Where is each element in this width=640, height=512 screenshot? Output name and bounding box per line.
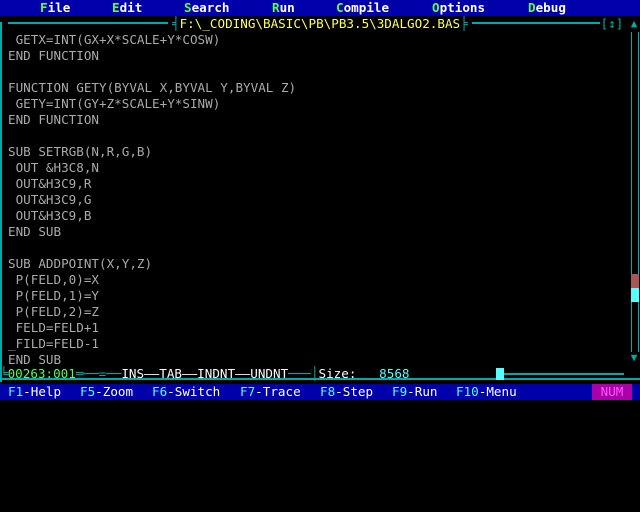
- menu-edit[interactable]: Edit: [112, 0, 142, 16]
- menu-file-label: ile: [47, 0, 71, 15]
- menu-run[interactable]: Run: [272, 0, 295, 16]
- code-line: SUB ADDPOINT(X,Y,Z): [8, 256, 153, 271]
- maximize-icon[interactable]: [↕]: [600, 16, 624, 32]
- fkey-help[interactable]: F1-Help: [8, 384, 61, 400]
- code-line: GETY=INT(GY+Z*SCALE+Y*SINW): [8, 96, 221, 111]
- fkey-step-key: F8: [320, 384, 336, 399]
- scroll-thumb[interactable]: [631, 288, 639, 302]
- code-editor[interactable]: GETX=INT(GX+X*SCALE+Y*COSW) END FUNCTION…: [8, 32, 624, 368]
- fkey-zoom-key: F5: [80, 384, 96, 399]
- editor-window: ╡F:\_CODING\BASIC\PB\PB3.5\3DALGO2.BAS╞ …: [0, 16, 640, 384]
- menu-search[interactable]: Search: [184, 0, 230, 16]
- scroll-thumb-shadow: [631, 274, 639, 288]
- code-line: OUT&H3C9,B: [8, 208, 92, 223]
- fkey-trace[interactable]: F7-Trace: [240, 384, 301, 400]
- num-lock-indicator: NUM: [592, 384, 632, 400]
- fkey-run-label: -Run: [407, 384, 438, 399]
- size-value: 8568: [379, 366, 410, 381]
- menu-options-label: ptions: [439, 0, 486, 15]
- code-line: END FUNCTION: [8, 112, 99, 127]
- menu-run-label: un: [279, 0, 295, 15]
- size-label: Size:: [318, 366, 357, 381]
- fkey-switch-key: F6: [152, 384, 168, 399]
- menu-options-hotkey: O: [432, 0, 440, 15]
- code-line: P(FELD,0)=X: [8, 272, 99, 287]
- code-line: P(FELD,1)=Y: [8, 288, 99, 303]
- code-line: END SUB: [8, 224, 62, 239]
- menu-file[interactable]: File: [40, 0, 70, 16]
- window-title: ╡F:\_CODING\BASIC\PB\PB3.5\3DALGO2.BAS╞: [168, 16, 472, 32]
- code-line: OUT&H3C9,R: [8, 176, 92, 191]
- code-line: FUNCTION GETY(BYVAL X,BYVAL Y,BYVAL Z): [8, 80, 297, 95]
- code-line: P(FELD,2)=Z: [8, 304, 99, 319]
- fkey-run[interactable]: F9-Run: [392, 384, 438, 400]
- code-line: END FUNCTION: [8, 48, 99, 63]
- menu-debug-label: ebug: [535, 0, 566, 15]
- code-line: FELD=FELD+1: [8, 320, 99, 335]
- code-line: _FILD=FELD-1: [8, 336, 99, 351]
- menu-compile[interactable]: Compile: [336, 0, 389, 16]
- fkey-trace-key: F7: [240, 384, 256, 399]
- fkey-menu-key: F10: [456, 384, 479, 399]
- menu-edit-label: dit: [119, 0, 143, 15]
- fkey-zoom[interactable]: F5-Zoom: [80, 384, 133, 400]
- fkey-zoom-label: -Zoom: [95, 384, 134, 399]
- horizontal-scroll-track[interactable]: [504, 373, 624, 375]
- window-title-text: F:\_CODING\BASIC\PB\PB3.5\3DALGO2.BAS: [179, 16, 461, 31]
- fkey-help-key: F1: [8, 384, 24, 399]
- vertical-scrollbar[interactable]: ▲ ▼: [628, 16, 640, 368]
- fkey-menu[interactable]: F10-Menu: [456, 384, 517, 400]
- menu-debug-hotkey: D: [528, 0, 536, 15]
- fkey-menu-label: -Menu: [478, 384, 517, 399]
- menu-bar: File Edit Search Run Compile Options Deb…: [0, 0, 640, 16]
- fkey-run-key: F9: [392, 384, 408, 399]
- code-line: OUT &H3C8,N: [8, 160, 99, 175]
- cursor-position: 00263:001: [7, 366, 76, 381]
- scroll-up-arrow-icon[interactable]: ▲: [628, 18, 640, 30]
- code-line: SUB SETRGB(N,R,G,B): [8, 144, 153, 159]
- frame-left-border: [0, 22, 2, 382]
- menu-options[interactable]: Options: [432, 0, 485, 16]
- fkey-trace-label: -Trace: [255, 384, 301, 399]
- menu-compile-hotkey: C: [336, 0, 344, 15]
- fkey-step[interactable]: F8-Step: [320, 384, 373, 400]
- function-key-bar: F1-Help F5-Zoom F6-Switch F7-Trace F8-St…: [0, 384, 640, 400]
- horizontal-scroll-thumb[interactable]: [496, 368, 504, 380]
- code-line: GETX=INT(GX+X*SCALE+Y*COSW): [8, 32, 221, 47]
- menu-compile-label: ompile: [343, 0, 390, 15]
- menu-run-hotkey: R: [272, 0, 280, 15]
- editor-modes: INS——TAB——INDNT——UNDNT: [121, 366, 289, 381]
- scroll-track[interactable]: [631, 32, 639, 352]
- menu-file-hotkey: F: [40, 0, 48, 15]
- fkey-switch[interactable]: F6-Switch: [152, 384, 220, 400]
- menu-search-label: earch: [191, 0, 230, 15]
- scroll-down-arrow-icon[interactable]: ▼: [628, 352, 640, 364]
- fkey-step-label: -Step: [335, 384, 374, 399]
- menu-search-hotkey: S: [184, 0, 192, 15]
- code-line: OUT&H3C9,G: [8, 192, 92, 207]
- menu-debug[interactable]: Debug: [528, 0, 566, 16]
- fkey-help-label: -Help: [23, 384, 62, 399]
- fkey-switch-label: -Switch: [167, 384, 221, 399]
- menu-edit-hotkey: E: [112, 0, 120, 15]
